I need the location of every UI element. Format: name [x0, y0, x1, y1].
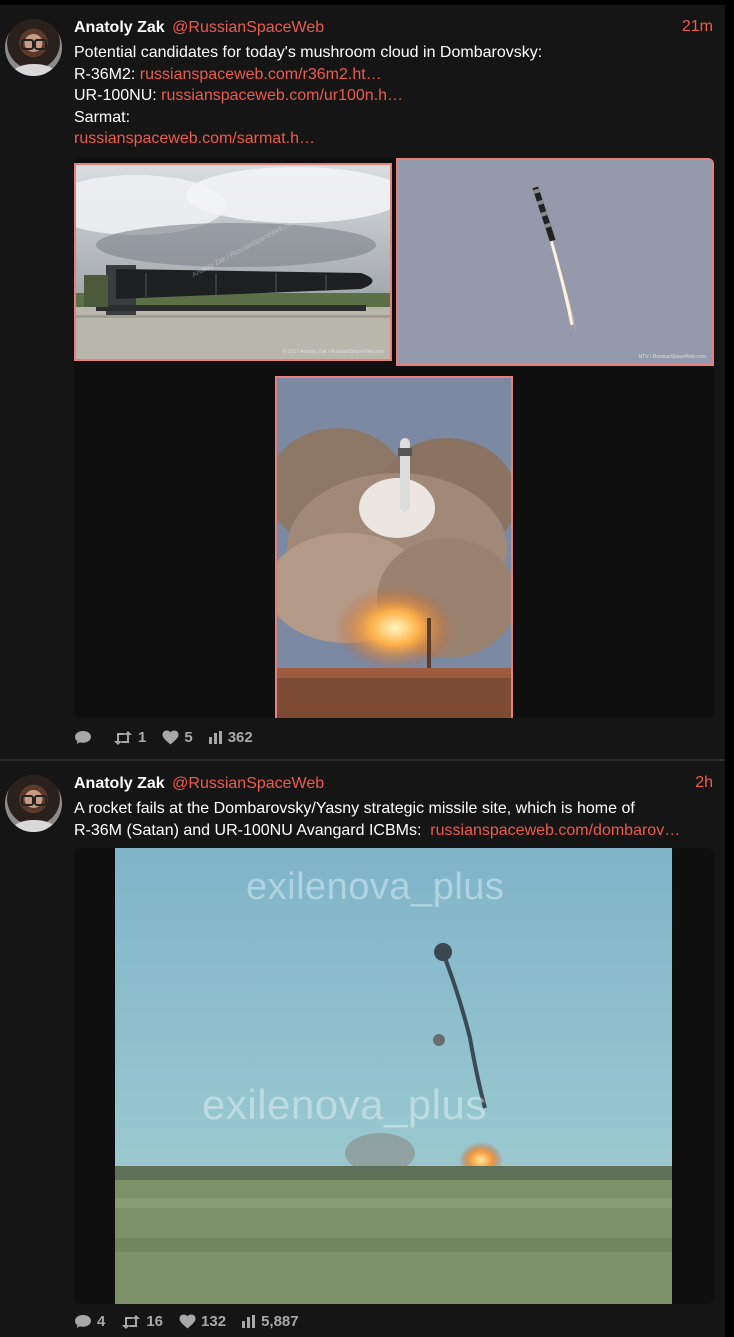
retweet-button[interactable]: 16 — [121, 1313, 163, 1330]
media-image-silo-launch[interactable] — [275, 376, 513, 718]
tweet-media-grid: © 2017 Anatoly Zak / RussianSpaceWeb.com… — [74, 158, 714, 718]
views-button[interactable]: 362 — [208, 729, 253, 746]
like-count: 132 — [201, 1313, 227, 1330]
tweet-text-line: R-36M (Satan) and UR-100NU Avangard ICBM… — [74, 821, 681, 839]
tweet-timestamp[interactable]: 21m — [682, 18, 713, 36]
image-credit: © 2017 Anatoly Zak / RussianSpaceWeb.com — [282, 349, 384, 355]
reply-count: 4 — [97, 1313, 106, 1330]
tweet-header: Anatoly Zak @RussianSpaceWeb — [74, 18, 324, 38]
author-handle[interactable]: @RussianSpaceWeb — [172, 19, 324, 36]
author-handle[interactable]: @RussianSpaceWeb — [172, 775, 324, 792]
tweet-card[interactable]: Anatoly Zak @RussianSpaceWeb 2h A rocket… — [0, 761, 725, 1337]
tweet-header: Anatoly Zak @RussianSpaceWeb — [74, 774, 324, 794]
tweet-text-line: Potential candidates for today's mushroo… — [74, 44, 543, 61]
views-icon — [208, 731, 222, 744]
reply-icon — [75, 731, 91, 744]
author-avatar[interactable] — [5, 19, 62, 76]
video-watermark: exilenova_plus — [246, 866, 505, 908]
video-watermark: exilenova_plus — [202, 1081, 487, 1128]
tweet-link[interactable]: russianspaceweb.com/dombarov… — [430, 822, 680, 839]
retweet-count: 16 — [146, 1313, 164, 1330]
tweet-text-line: russianspaceweb.com/sarmat.h… — [74, 128, 714, 150]
tweet-text-line: A rocket fails at the Dombarovsky/Yasny … — [74, 800, 635, 817]
author-avatar[interactable] — [5, 775, 62, 832]
image-credit: NTV / RussianSpaceWeb.com — [638, 354, 706, 360]
tweet-text: A rocket fails at the Dombarovsky/Yasny … — [74, 798, 719, 841]
views-icon — [242, 1315, 256, 1328]
reply-icon — [75, 1315, 91, 1328]
tweet-timestamp[interactable]: 2h — [695, 774, 713, 792]
tweet-card[interactable]: Anatoly Zak @RussianSpaceWeb 21m Potenti… — [0, 5, 725, 759]
like-button[interactable]: 132 — [179, 1313, 226, 1330]
views-count: 5,887 — [261, 1313, 299, 1330]
like-count: 5 — [184, 729, 193, 746]
reply-button[interactable]: 4 — [74, 1313, 105, 1330]
tweet-link[interactable]: russianspaceweb.com/sarmat.h… — [74, 130, 315, 147]
author-name[interactable]: Anatoly Zak — [74, 775, 165, 792]
tweet-link[interactable]: russianspaceweb.com/ur100n.h… — [161, 87, 403, 104]
media-image-missile-transporter[interactable]: © 2017 Anatoly Zak / RussianSpaceWeb.com… — [74, 163, 392, 361]
views-button[interactable]: 5,887 — [242, 1313, 299, 1330]
retweet-button[interactable]: 1 — [113, 729, 146, 746]
tweet-actions: 1 5 362 — [74, 729, 269, 746]
views-count: 362 — [227, 729, 253, 746]
like-icon — [162, 730, 179, 745]
reply-button[interactable] — [74, 730, 97, 745]
tweet-video[interactable]: exilenova_plus exilenova_plus — [74, 848, 714, 1304]
window-right-edge — [725, 0, 734, 1337]
retweet-count: 1 — [138, 729, 147, 746]
tweet-text-line: UR-100NU: russianspaceweb.com/ur100n.h… — [74, 87, 404, 104]
tweet-text-line: R-36M2: russianspaceweb.com/r36m2.ht… — [74, 65, 382, 83]
tweet-text-line: Sarmat: — [74, 108, 131, 126]
tweet-text: Potential candidates for today's mushroo… — [74, 42, 714, 150]
author-name[interactable]: Anatoly Zak — [74, 19, 165, 36]
media-image-rocket-flight[interactable]: NTV / RussianSpaceWeb.com — [396, 158, 714, 366]
tweet-actions: 4 16 132 5,887 — [74, 1313, 315, 1330]
like-icon — [179, 1314, 196, 1329]
retweet-icon — [122, 1314, 141, 1329]
tweet-link[interactable]: russianspaceweb.com/r36m2.ht… — [140, 66, 382, 83]
like-button[interactable]: 5 — [162, 729, 193, 746]
retweet-icon — [114, 730, 132, 745]
